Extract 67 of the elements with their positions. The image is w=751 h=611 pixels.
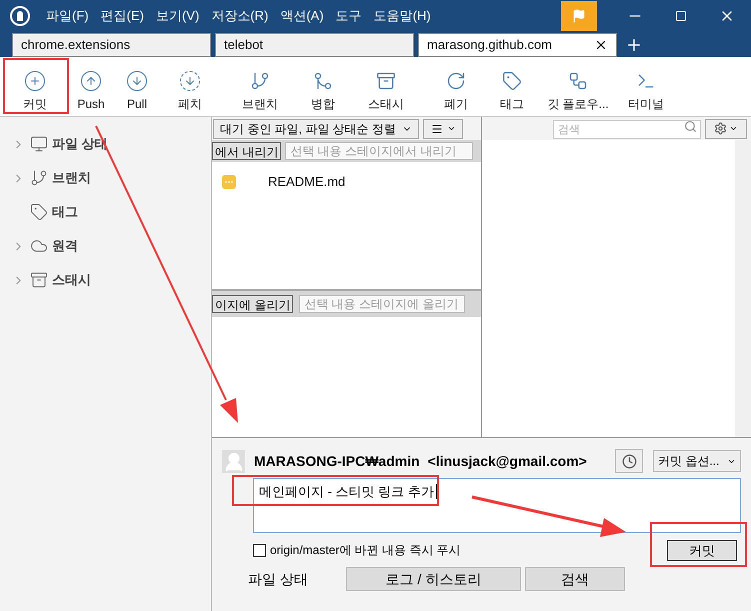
commit-message-field[interactable]: 메인페이지 - 스티밋 링크 추가	[253, 478, 741, 533]
scrollbar[interactable]	[735, 140, 751, 437]
view-menu-button[interactable]	[423, 118, 463, 138]
menu-item[interactable]: 도움말(H)	[368, 6, 437, 26]
flow-icon	[568, 70, 588, 90]
file-name[interactable]: README.md	[268, 172, 346, 192]
repo-tab[interactable]: chrome.extensions	[12, 33, 211, 57]
search-field[interactable]: 검색	[553, 120, 701, 139]
repo-tab[interactable]: telebot	[215, 33, 414, 57]
author-name: MARASONG-IPC₩admin	[254, 452, 420, 470]
author-email: <linusjack@gmail.com>	[428, 452, 587, 471]
stash-icon	[376, 70, 396, 90]
maximize-icon[interactable]	[675, 10, 687, 22]
caret-icon	[729, 124, 738, 133]
toolbar-button[interactable]: 페치	[170, 60, 210, 112]
commit-button[interactable]: 커밋	[667, 540, 737, 560]
merge-icon	[313, 70, 333, 90]
toolbar-button[interactable]: 폐기	[436, 60, 476, 112]
app-logo-icon	[10, 6, 30, 26]
reload-icon	[446, 70, 466, 90]
search-icon	[684, 120, 697, 132]
tag-icon	[30, 203, 48, 221]
new-tab-icon[interactable]	[625, 36, 643, 54]
commit-options-dropdown[interactable]: 커밋 옵션...	[653, 450, 741, 472]
caret-icon	[446, 124, 456, 133]
menu-item[interactable]: 보기(V)	[150, 6, 206, 26]
monitor-icon	[30, 135, 48, 153]
close-tab-icon[interactable]	[594, 38, 608, 52]
sidebar-item[interactable]: 원격	[52, 236, 78, 256]
menu-item[interactable]: 파일(F)	[40, 6, 95, 26]
clock-icon	[622, 454, 636, 468]
sidebar-item[interactable]: 브랜치	[52, 168, 91, 188]
checkbox[interactable]	[253, 544, 266, 556]
avatar-icon	[222, 450, 245, 472]
toolbar-button[interactable]: 태그	[492, 60, 532, 112]
unstage-button[interactable]: 에서 내리기	[212, 142, 282, 160]
modified-file-icon	[222, 175, 236, 189]
repo-tab[interactable]: marasong.github.com	[418, 33, 617, 57]
tag-icon	[502, 70, 522, 90]
toolbar-button[interactable]: 터미널	[620, 60, 672, 112]
stage-button[interactable]: 이지에 올리기	[212, 295, 294, 313]
toolbar-button[interactable]: Push	[69, 60, 113, 112]
sort-dropdown[interactable]: 대기 중인 파일, 파일 상태순 정렬	[213, 118, 419, 138]
toolbar-button[interactable]: Pull	[118, 60, 155, 112]
menu-item[interactable]: 편집(E)	[94, 6, 150, 26]
gear-icon	[714, 122, 727, 135]
toolbar-button[interactable]: 스태시	[360, 60, 412, 112]
menu-item[interactable]: 액션(A)	[274, 6, 330, 26]
sidebar-item[interactable]: 스태시	[52, 270, 91, 290]
bottom-tab[interactable]: 로그 / 히스토리	[346, 567, 521, 591]
settings-dropdown[interactable]	[705, 118, 747, 138]
stash-icon	[30, 271, 48, 289]
bottom-tab[interactable]: 검색	[525, 567, 625, 591]
stage-field[interactable]: 선택 내용 스테이지에 올리기	[299, 295, 466, 313]
unstage-field[interactable]: 선택 내용 스테이지에서 내리기	[285, 142, 474, 160]
toolbar-button[interactable]: 병합	[303, 60, 343, 112]
flag-icon	[572, 9, 586, 23]
menu-item[interactable]: 저장소(R)	[205, 6, 274, 26]
toolbar-button[interactable]: 브랜치	[234, 60, 286, 112]
toolbar-button[interactable]: 깃 플로우...	[539, 60, 617, 112]
list-icon	[430, 122, 442, 134]
history-button[interactable]	[615, 449, 643, 473]
sidebar-item[interactable]: 태그	[52, 202, 78, 222]
branch-icon	[30, 169, 48, 187]
menu-item[interactable]: 도구	[330, 6, 368, 26]
push-checkbox-label[interactable]: origin/master에 바뀐 내용 즉시 푸시	[270, 541, 461, 559]
branch-icon	[250, 70, 270, 90]
